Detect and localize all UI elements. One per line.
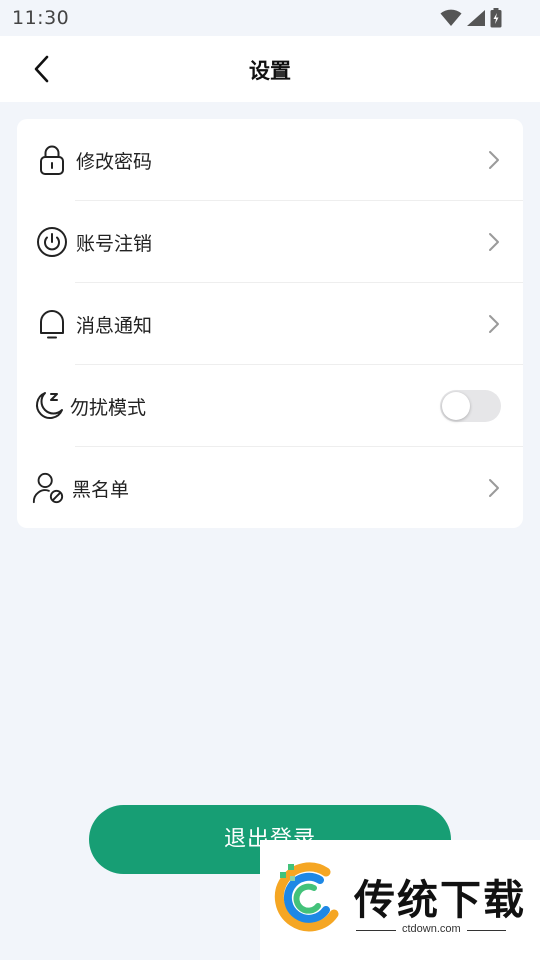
page-title: 设置 — [249, 59, 291, 83]
chevron-right-icon — [485, 313, 503, 335]
settings-item-label: 消息通知 — [76, 315, 153, 337]
status-icons — [440, 7, 502, 29]
watermark-url: ctdown.com — [396, 923, 467, 935]
chevron-right-icon — [485, 231, 503, 253]
app-header: 设置 — [0, 36, 540, 102]
lock-icon — [35, 143, 69, 177]
wifi-icon — [440, 9, 462, 26]
settings-item-label: 勿扰模式 — [70, 397, 147, 419]
toggle-knob — [442, 392, 470, 420]
status-time: 11:30 — [12, 7, 70, 29]
settings-item-label: 账号注销 — [76, 233, 153, 255]
settings-item-change-password[interactable]: 修改密码 — [17, 119, 523, 201]
settings-item-cancel-account[interactable]: 账号注销 — [17, 201, 523, 283]
settings-item-do-not-disturb: 勿扰模式 — [17, 365, 523, 447]
watermark-name: 传统下载 — [354, 876, 526, 924]
battery-icon — [490, 8, 502, 28]
settings-item-label: 修改密码 — [76, 151, 153, 173]
settings-item-blacklist[interactable]: 黑名单 — [17, 447, 523, 528]
do-not-disturb-toggle[interactable] — [440, 390, 501, 422]
status-bar: 11:30 — [0, 0, 540, 36]
chevron-right-icon — [485, 477, 503, 499]
power-icon — [35, 225, 69, 259]
settings-item-notifications[interactable]: 消息通知 — [17, 283, 523, 365]
settings-list: 修改密码 账号注销 消息通知 勿扰模式 黑名单 — [17, 119, 523, 528]
user-block-icon — [31, 471, 65, 505]
bell-icon — [35, 307, 69, 341]
moon-icon — [32, 389, 66, 423]
signal-icon — [467, 10, 485, 26]
site-logo — [274, 862, 339, 932]
chevron-right-icon — [485, 149, 503, 171]
watermark: 传统下载 ctdown.com — [260, 840, 540, 960]
settings-item-label: 黑名单 — [72, 479, 130, 501]
